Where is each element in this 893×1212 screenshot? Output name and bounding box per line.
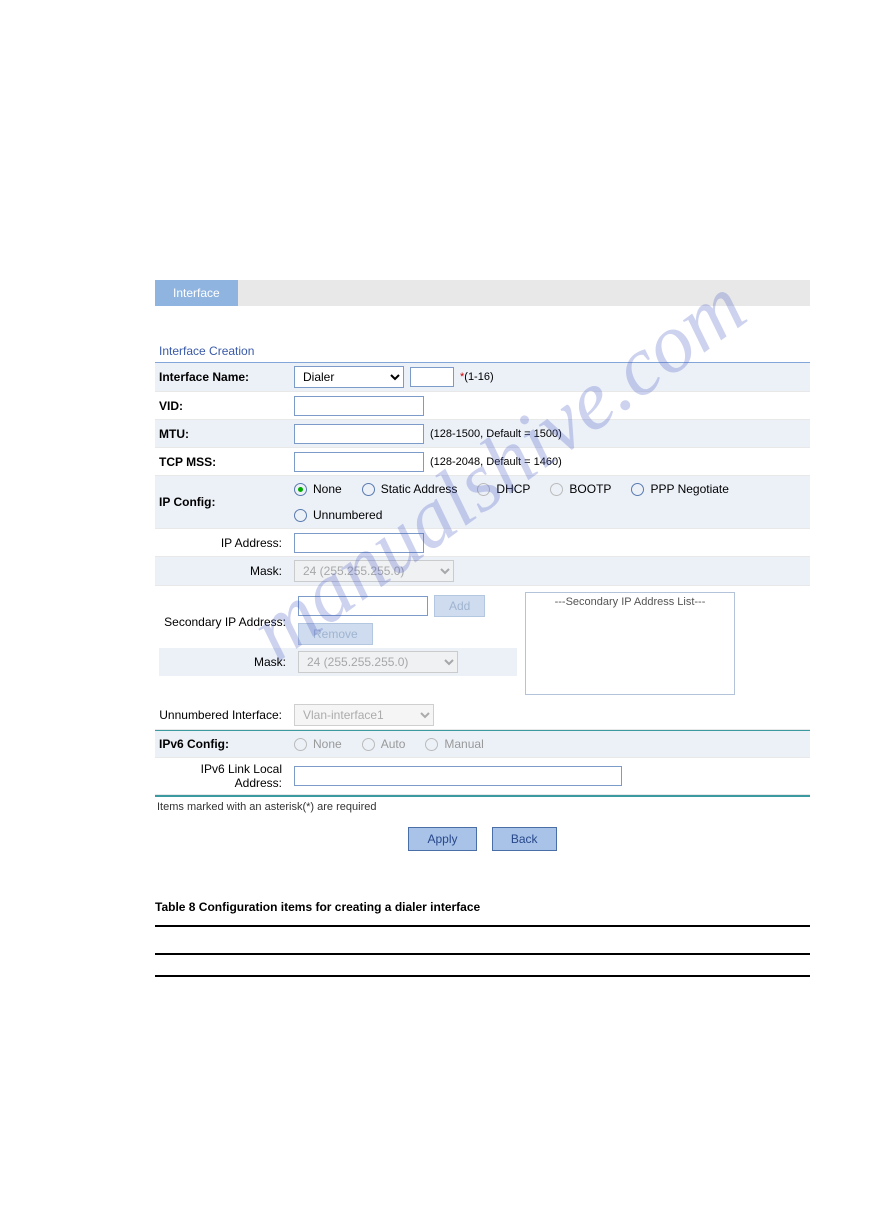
tab-bar: Interface <box>155 280 810 306</box>
radio-ipv6-auto[interactable] <box>362 738 375 751</box>
apply-button[interactable]: Apply <box>408 827 476 851</box>
radio-label-ipv6-auto: Auto <box>381 737 406 751</box>
radio-label-static: Static Address <box>381 482 458 496</box>
input-mtu[interactable] <box>294 424 424 444</box>
input-secondary-ip[interactable] <box>298 596 428 616</box>
select-mask: 24 (255.255.255.0) <box>294 560 454 582</box>
input-tcpmss[interactable] <box>294 452 424 472</box>
row-secondary-ip: Secondary IP Address: Add Remove <box>159 592 517 648</box>
radio-label-none: None <box>313 482 342 496</box>
hint-mtu: (128-1500, Default = 1500) <box>430 428 562 440</box>
input-ipv6ll[interactable] <box>294 766 622 786</box>
label-mtu: MTU: <box>155 423 290 445</box>
label-interface-name: Interface Name: <box>155 366 290 388</box>
radio-none[interactable] <box>294 483 307 496</box>
label-ipconfig: IP Config: <box>155 491 290 513</box>
table-caption: Table 8 Configuration items for creating… <box>155 898 810 925</box>
radio-label-ipv6-none: None <box>313 737 342 751</box>
button-row: Apply Back <box>155 817 810 861</box>
row-unnumbered: Unnumbered Interface: Vlan-interface1 <box>155 701 810 730</box>
input-vid[interactable] <box>294 396 424 416</box>
radio-static[interactable] <box>362 483 375 496</box>
label-secondary-ip: Secondary IP Address: <box>159 607 294 633</box>
row-ipv6ll: IPv6 Link Local Address: <box>155 758 810 795</box>
radio-ipv6-none[interactable] <box>294 738 307 751</box>
row-ipaddress: IP Address: <box>155 529 810 557</box>
radio-label-unnumbered: Unnumbered <box>313 508 382 522</box>
add-button[interactable]: Add <box>434 595 485 617</box>
radio-dhcp[interactable] <box>477 483 490 496</box>
label-unnumbered: Unnumbered Interface: <box>155 704 290 726</box>
row-interface-name: Interface Name: Dialer *(1-16) <box>155 363 810 392</box>
row-ipv6config: IPv6 Config: None Auto Manual <box>155 730 810 758</box>
interface-panel: Interface Interface Creation Interface N… <box>155 280 810 861</box>
remove-button[interactable]: Remove <box>298 623 373 645</box>
row-secondary-ip-wrap: Secondary IP Address: Add Remove Mask: 2… <box>155 586 810 701</box>
radio-label-dhcp: DHCP <box>496 482 530 496</box>
select-secondary-mask: 24 (255.255.255.0) <box>298 651 458 673</box>
input-ipaddress[interactable] <box>294 533 424 553</box>
radio-ipv6-manual[interactable] <box>425 738 438 751</box>
secondary-ip-listbox[interactable]: ---Secondary IP Address List--- <box>525 592 735 695</box>
radio-label-ppp: PPP Negotiate <box>650 482 729 496</box>
label-tcpmss: TCP MSS: <box>155 451 290 473</box>
section-title: Interface Creation <box>155 336 810 363</box>
radio-unnumbered[interactable] <box>294 509 307 522</box>
label-ipv6ll: IPv6 Link Local Address: <box>155 758 290 794</box>
select-interface-type[interactable]: Dialer <box>294 366 404 388</box>
table-caption-block: Table 8 Configuration items for creating… <box>155 898 810 977</box>
radio-ppp[interactable] <box>631 483 644 496</box>
table-body-rule <box>155 953 810 977</box>
back-button[interactable]: Back <box>492 827 557 851</box>
label-ipv6config: IPv6 Config: <box>155 733 290 755</box>
label-mask: Mask: <box>155 560 290 582</box>
radio-label-ipv6-manual: Manual <box>444 737 483 751</box>
required-note: Items marked with an asterisk(*) are req… <box>155 795 810 817</box>
tab-interface[interactable]: Interface <box>155 280 238 306</box>
row-mask: Mask: 24 (255.255.255.0) <box>155 557 810 586</box>
select-unnumbered: Vlan-interface1 <box>294 704 434 726</box>
label-vid: VID: <box>155 395 290 417</box>
row-ipconfig: IP Config: None Static Address DHCP BOOT… <box>155 476 810 529</box>
label-ipaddress: IP Address: <box>155 532 290 554</box>
table-header-rule <box>155 925 810 953</box>
radio-bootp[interactable] <box>550 483 563 496</box>
row-mtu: MTU: (128-1500, Default = 1500) <box>155 420 810 448</box>
row-secondary-mask: Mask: 24 (255.255.255.0) <box>159 648 517 676</box>
radio-label-bootp: BOOTP <box>569 482 611 496</box>
label-secondary-mask: Mask: <box>159 651 294 673</box>
row-vid: VID: <box>155 392 810 420</box>
hint-tcpmss: (128-2048, Default = 1460) <box>430 456 562 468</box>
row-tcpmss: TCP MSS: (128-2048, Default = 1460) <box>155 448 810 476</box>
input-interface-number[interactable] <box>410 367 454 387</box>
hint-interface-name: *(1-16) <box>460 371 494 383</box>
